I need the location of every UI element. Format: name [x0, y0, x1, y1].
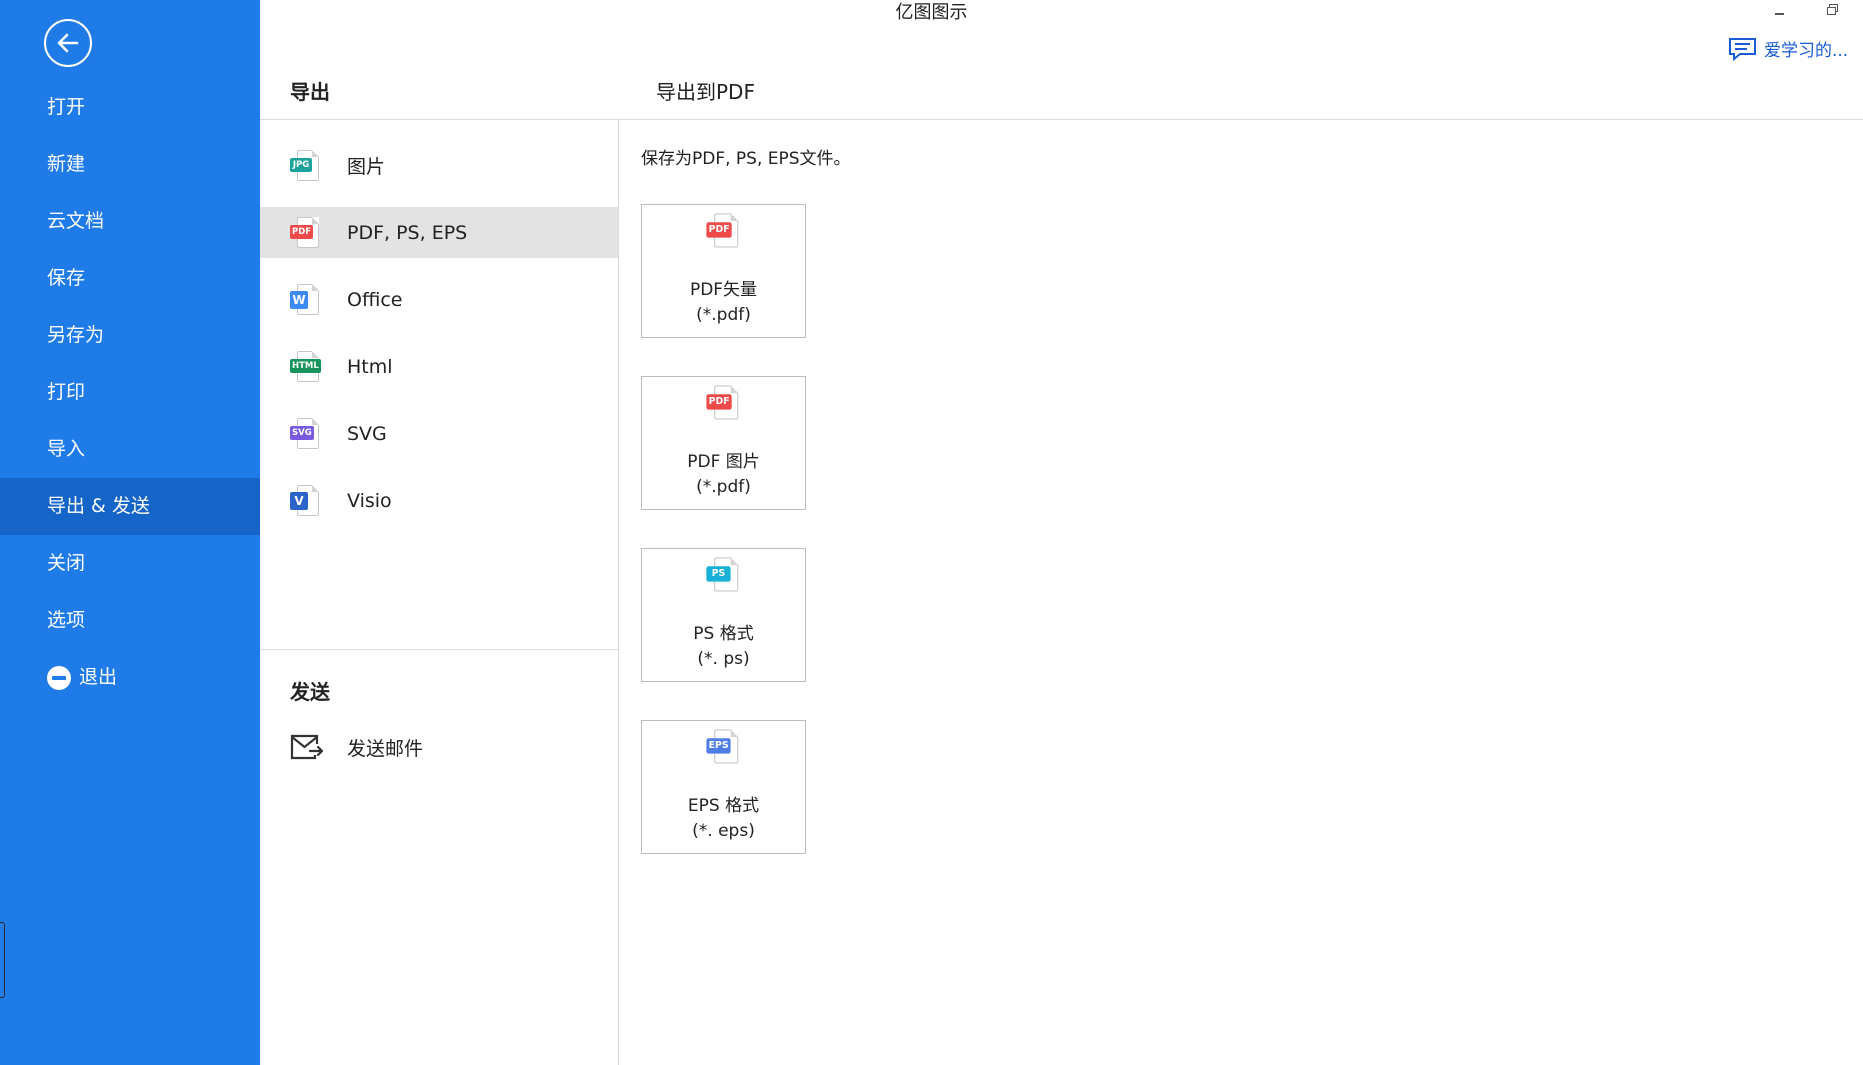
option-extension: (*.pdf)	[696, 305, 751, 325]
sidebar-item-label: 新建	[47, 153, 86, 175]
arrow-left-icon	[57, 33, 79, 53]
sidebar-item-print[interactable]: 打印	[0, 364, 260, 421]
sidebar-item-export-send[interactable]: 导出 & 发送	[0, 478, 260, 535]
feedback-label: 爱学习的...	[1764, 41, 1849, 61]
format-item-visio[interactable]: V Visio	[260, 475, 618, 526]
word-file-icon: W	[290, 283, 322, 316]
sidebar-item-label: 退出	[79, 666, 118, 688]
format-item-svg[interactable]: SVG SVG	[260, 408, 618, 459]
panel-title: 导出到PDF	[656, 80, 755, 104]
format-label: Visio	[347, 489, 392, 512]
html-file-icon: HTML	[290, 350, 322, 383]
pdf-image-option[interactable]: PDF PDF 图片 (*.pdf)	[641, 376, 806, 510]
minimize-button[interactable]	[1770, 4, 1790, 24]
format-item-pdf-ps-eps[interactable]: PDF PDF, PS, EPS	[260, 207, 618, 258]
exit-icon	[47, 665, 71, 690]
send-heading: 发送	[290, 680, 330, 704]
option-extension: (*. eps)	[692, 821, 755, 841]
format-item-office[interactable]: W Office	[260, 274, 618, 325]
pdf-file-icon: PDF	[706, 213, 741, 248]
sidebar-item-import[interactable]: 导入	[0, 421, 260, 478]
export-heading: 导出	[290, 80, 330, 104]
panel-description: 保存为PDF, PS, EPS文件。	[641, 149, 851, 169]
chat-icon	[1729, 37, 1756, 61]
sidebar-item-close[interactable]: 关闭	[0, 535, 260, 592]
format-label: Html	[347, 355, 393, 378]
sidebar-item-label: 打开	[47, 96, 86, 118]
sidebar-item-label: 导出 & 发送	[47, 495, 150, 517]
back-button[interactable]	[44, 19, 92, 67]
option-name: PDF矢量	[689, 280, 758, 300]
app-title: 亿图图示	[895, 2, 968, 23]
sidebar-item-label: 关闭	[47, 552, 86, 574]
ps-file-icon: PS	[706, 557, 741, 592]
sidebar: 打开 新建 云文档 保存 另存为 打印 导入 导出 & 发送 关闭 选项 退出	[0, 0, 260, 1065]
format-label: 图片	[347, 156, 386, 178]
option-extension: (*.pdf)	[696, 477, 751, 497]
send-email-label: 发送邮件	[347, 737, 424, 760]
sidebar-item-exit[interactable]: 退出	[0, 649, 260, 706]
pdf-file-icon: PDF	[706, 385, 741, 420]
pdf-file-icon: PDF	[290, 216, 322, 249]
svg-file-icon: SVG	[290, 417, 322, 450]
option-name: PS 格式	[693, 624, 754, 644]
ps-format-option[interactable]: PS PS 格式 (*. ps)	[641, 548, 806, 682]
send-email-item[interactable]: 发送邮件	[290, 733, 423, 761]
pdf-vector-option[interactable]: PDF PDF矢量 (*.pdf)	[641, 204, 806, 338]
sidebar-item-label: 保存	[47, 267, 86, 289]
section-divider	[260, 649, 618, 650]
option-name: PDF 图片	[687, 452, 760, 472]
sidebar-item-label: 另存为	[47, 324, 105, 346]
feedback-link[interactable]: 爱学习的...	[1728, 36, 1848, 61]
jpg-file-icon: JPG	[290, 149, 322, 182]
eps-file-icon: EPS	[706, 729, 741, 764]
sidebar-item-open[interactable]: 打开	[0, 79, 260, 136]
eps-format-option[interactable]: EPS EPS 格式 (*. eps)	[641, 720, 806, 854]
restore-button[interactable]	[1823, 2, 1843, 22]
sidebar-item-label: 选项	[47, 609, 86, 631]
format-label: Office	[347, 288, 403, 311]
option-extension: (*. ps)	[697, 649, 750, 669]
mail-send-icon	[290, 734, 324, 760]
format-item-html[interactable]: HTML Html	[260, 341, 618, 392]
option-name: EPS 格式	[687, 796, 760, 816]
sidebar-item-label: 打印	[47, 381, 86, 403]
sidebar-item-label: 云文档	[47, 210, 105, 232]
sidebar-item-label: 导入	[47, 438, 86, 460]
sidebar-item-new[interactable]: 新建	[0, 136, 260, 193]
sidebar-item-cloud-docs[interactable]: 云文档	[0, 193, 260, 250]
format-item-images[interactable]: JPG 图片	[260, 140, 618, 191]
sidebar-menu: 打开 新建 云文档 保存 另存为 打印 导入 导出 & 发送 关闭 选项 退出	[0, 79, 260, 706]
sidebar-item-save-as[interactable]: 另存为	[0, 307, 260, 364]
sidebar-item-options[interactable]: 选项	[0, 592, 260, 649]
visio-file-icon: V	[290, 484, 322, 517]
export-format-list: JPG 图片 PDF PDF, PS, EPS W Office HTML Html SVG SV…	[260, 140, 618, 542]
format-label: SVG	[347, 422, 387, 445]
collapse-handle[interactable]	[0, 922, 5, 998]
format-label: PDF, PS, EPS	[347, 221, 468, 244]
column-divider	[618, 120, 619, 1065]
sidebar-item-save[interactable]: 保存	[0, 250, 260, 307]
header-divider	[260, 119, 1863, 120]
